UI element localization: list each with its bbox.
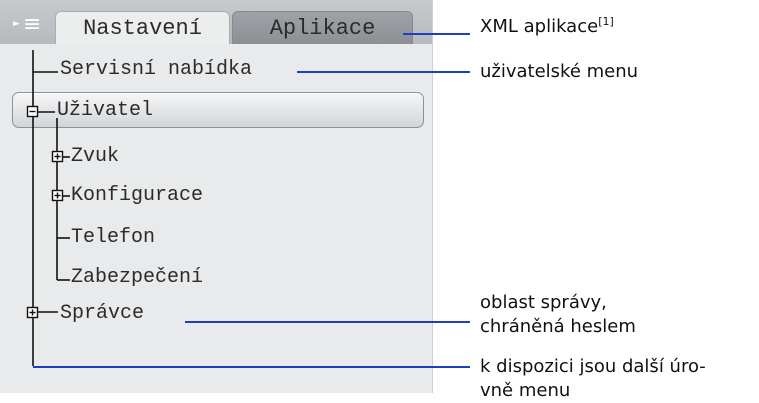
callout-dalsi-urovne-1: k dispozici jsou další úro-	[480, 356, 706, 377]
callout-xml-aplikace: XML aplikace[1]	[480, 10, 614, 39]
plus-box-icon[interactable]	[26, 306, 39, 319]
callout-xml-ref: [1]	[598, 15, 614, 28]
plus-box-icon[interactable]	[51, 150, 64, 163]
callout-oblast-spravy-2: chráněná heslem	[480, 316, 636, 337]
plus-box-icon[interactable]	[51, 189, 64, 202]
tree-lines-and-leaders	[26, 33, 470, 368]
callout-xml-text: XML aplikace	[480, 16, 599, 37]
callout-uzivatelske-menu: uživatelské menu	[480, 61, 639, 82]
callout-dalsi-urovne-2: vně menu	[480, 380, 571, 401]
plus-box-icon[interactable]	[26, 105, 39, 118]
callout-oblast-spravy-1: oblast správy,	[480, 292, 607, 313]
leader-lines	[33, 33, 470, 368]
tree-connectors	[28, 50, 70, 366]
